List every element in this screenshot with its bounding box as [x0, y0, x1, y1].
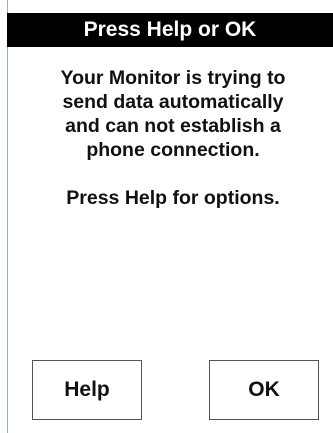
ok-button[interactable]: OK	[209, 360, 319, 420]
message-line: phone connection.	[86, 139, 260, 161]
message-line: and can not establish a	[65, 115, 281, 137]
message-line: send data automatically	[62, 91, 284, 113]
device-screen: Press Help or OK Your Monitor is trying …	[0, 0, 333, 433]
message-line: Your Monitor is trying to	[60, 67, 286, 89]
instruction-text: Press Help for options.	[66, 187, 280, 209]
dialog-title: Press Help or OK	[7, 13, 333, 47]
dialog-message: Your Monitor is trying to send data auto…	[24, 66, 322, 210]
message-spacer	[24, 162, 322, 186]
help-button[interactable]: Help	[32, 360, 142, 420]
